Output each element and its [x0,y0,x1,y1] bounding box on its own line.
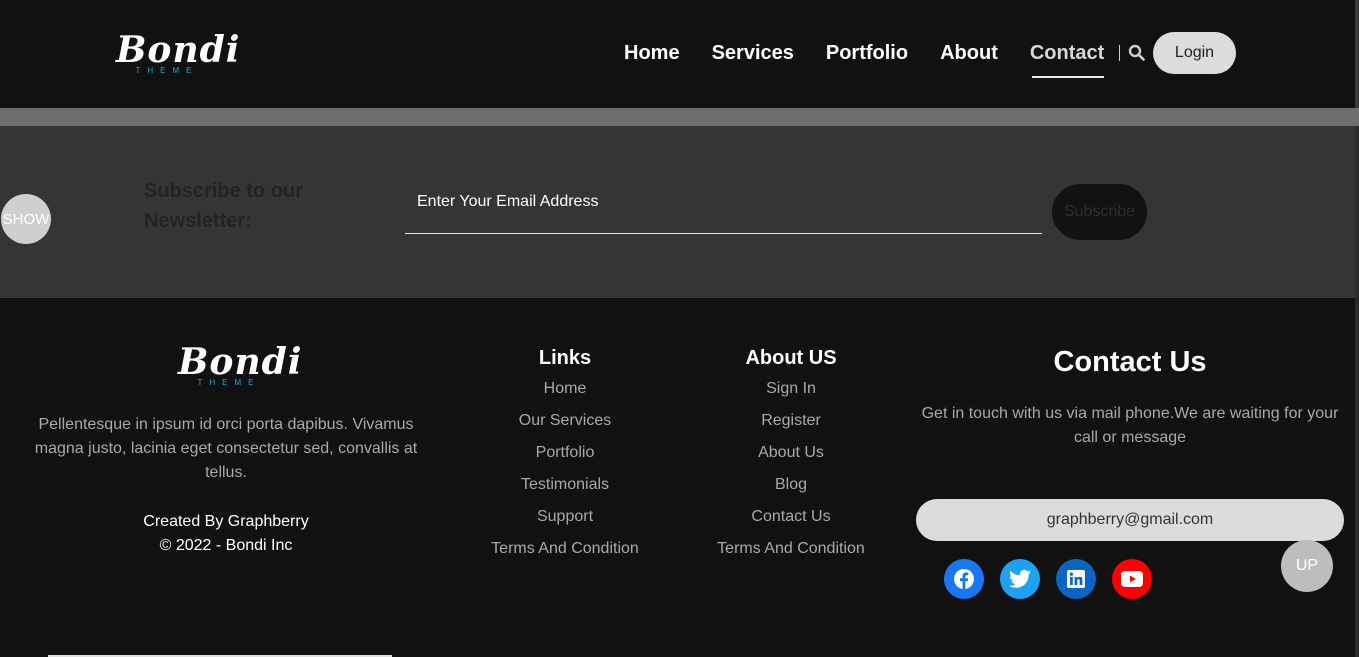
nav-item-home[interactable]: Home [624,40,680,66]
about-us-heading: About US [745,347,837,369]
footer-link-about-us[interactable]: About Us [690,437,892,469]
login-button[interactable]: Login [1153,32,1236,74]
footer-link-testimonials[interactable]: Testimonials [465,469,665,501]
footer-link-terms-2[interactable]: Terms And Condition [690,533,892,565]
search-icon[interactable] [1128,44,1146,62]
logo-script: Bondi [178,341,303,383]
contact-description: Get in touch with us via mail phone.We a… [921,405,1339,446]
footer-logo[interactable]: Bondi THEME [178,341,303,388]
footer-about-text: Pellentesque in ipsum id orci porta dapi… [34,416,418,481]
contact-heading: Contact Us [1053,346,1207,378]
divider-strip [0,108,1359,126]
created-by-text: Created By Graphberry [143,513,309,530]
footer-link-home[interactable]: Home [465,373,665,405]
copyright-text: © 2022 - Bondi Inc [159,537,293,554]
newsletter-email-input[interactable] [405,184,1042,234]
footer-credits: Created By Graphberry © 2022 - Bondi Inc [30,510,422,558]
footer-link-portfolio[interactable]: Portfolio [465,437,665,469]
youtube-icon[interactable] [1112,559,1152,599]
footer-link-blog[interactable]: Blog [690,469,892,501]
footer-link-sign-in[interactable]: Sign In [690,373,892,405]
nav-item-about[interactable]: About [940,40,998,66]
twitter-icon[interactable] [1000,559,1040,599]
page: Bondi THEME Home Services Portfolio Abou… [0,0,1359,657]
linkedin-icon[interactable] [1056,559,1096,599]
nav-item-contact[interactable]: Contact [1030,40,1105,78]
scroll-up-button[interactable]: UP [1281,540,1333,592]
footer-links-column: Links Home Our Services Portfolio Testim… [465,345,665,565]
subscribe-button[interactable]: Subscribe [1052,184,1147,240]
footer-link-contact-us[interactable]: Contact Us [690,501,892,533]
nav-item-services[interactable]: Services [712,40,794,66]
facebook-icon[interactable] [944,559,984,599]
header-logo[interactable]: Bondi THEME [116,29,241,76]
site-header: Bondi THEME Home Services Portfolio Abou… [0,0,1359,108]
nav-divider [1119,45,1120,61]
footer-link-support[interactable]: Support [465,501,665,533]
newsletter-title: Subscribe to our Newsletter: [144,180,303,232]
contact-email-button[interactable]: graphberry@gmail.com [916,499,1344,541]
scrollbar-edge [1355,0,1359,108]
footer-link-register[interactable]: Register [690,405,892,437]
logo-script: Bondi [116,29,241,71]
main-nav: Home Services Portfolio About Contact [624,40,1136,78]
newsletter-section: Subscribe to our Newsletter: Subscribe [0,126,1359,298]
footer-link-our-services[interactable]: Our Services [465,405,665,437]
links-heading: Links [538,347,592,369]
footer-about-us-column: About US Sign In Register About Us Blog … [690,345,892,565]
footer-link-terms[interactable]: Terms And Condition [465,533,665,565]
show-button[interactable]: SHOW [1,194,51,244]
scrollbar-edge [1355,126,1359,657]
nav-item-portfolio[interactable]: Portfolio [826,40,908,66]
